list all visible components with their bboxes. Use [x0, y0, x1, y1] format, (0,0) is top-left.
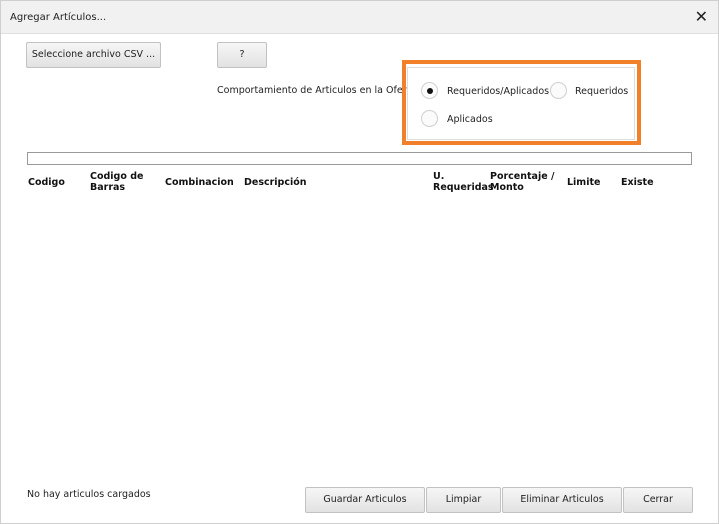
delete-articles-button[interactable]: Eliminar Articulos	[502, 487, 622, 513]
col-header-descripcion[interactable]: Descripción	[244, 177, 307, 188]
clear-button[interactable]: Limpiar	[426, 487, 501, 513]
col-header-u-requeridas[interactable]: U. Requeridas	[433, 171, 494, 193]
title-bar: Agregar Artículos... ✕	[1, 1, 718, 34]
radio-requeridos[interactable]	[550, 82, 567, 99]
radio-aplicados[interactable]	[421, 110, 438, 127]
close-icon[interactable]: ✕	[695, 8, 708, 26]
radio-label-requeridos: Requeridos	[575, 86, 629, 97]
help-label: ?	[239, 49, 245, 60]
col-header-existe[interactable]: Existe	[621, 177, 654, 188]
behavior-label: Comportamiento de Articulos en la Oferta	[217, 85, 417, 96]
radio-selected-dot	[427, 88, 433, 94]
select-csv-button[interactable]: Seleccione archivo CSV ...	[26, 42, 161, 68]
add-articles-dialog: Agregar Artículos... ✕ Seleccione archiv…	[0, 0, 719, 524]
radio-label-aplicados: Aplicados	[447, 114, 493, 125]
select-csv-label: Seleccione archivo CSV ...	[31, 49, 156, 60]
col-header-codigo[interactable]: Codigo	[28, 177, 65, 188]
col-header-limite[interactable]: Limite	[567, 177, 600, 188]
save-articles-button[interactable]: Guardar Articulos	[305, 487, 425, 513]
radio-requeridos-aplicados[interactable]	[421, 82, 438, 99]
table-body	[27, 197, 692, 467]
help-button[interactable]: ?	[217, 42, 267, 68]
table-filter-bar[interactable]	[27, 152, 692, 165]
col-header-codigo-barras[interactable]: Codigo de Barras	[90, 171, 143, 193]
behavior-radio-group	[407, 67, 635, 140]
status-text: No hay articulos cargados	[27, 489, 151, 500]
dialog-title: Agregar Artículos...	[10, 12, 107, 23]
radio-label-requeridos-aplicados: Requeridos/Aplicados	[447, 86, 550, 97]
close-button[interactable]: Cerrar	[623, 487, 693, 513]
col-header-porcentaje-monto[interactable]: Porcentaje / Monto	[490, 171, 554, 193]
col-header-combinacion[interactable]: Combinacion	[165, 177, 234, 188]
